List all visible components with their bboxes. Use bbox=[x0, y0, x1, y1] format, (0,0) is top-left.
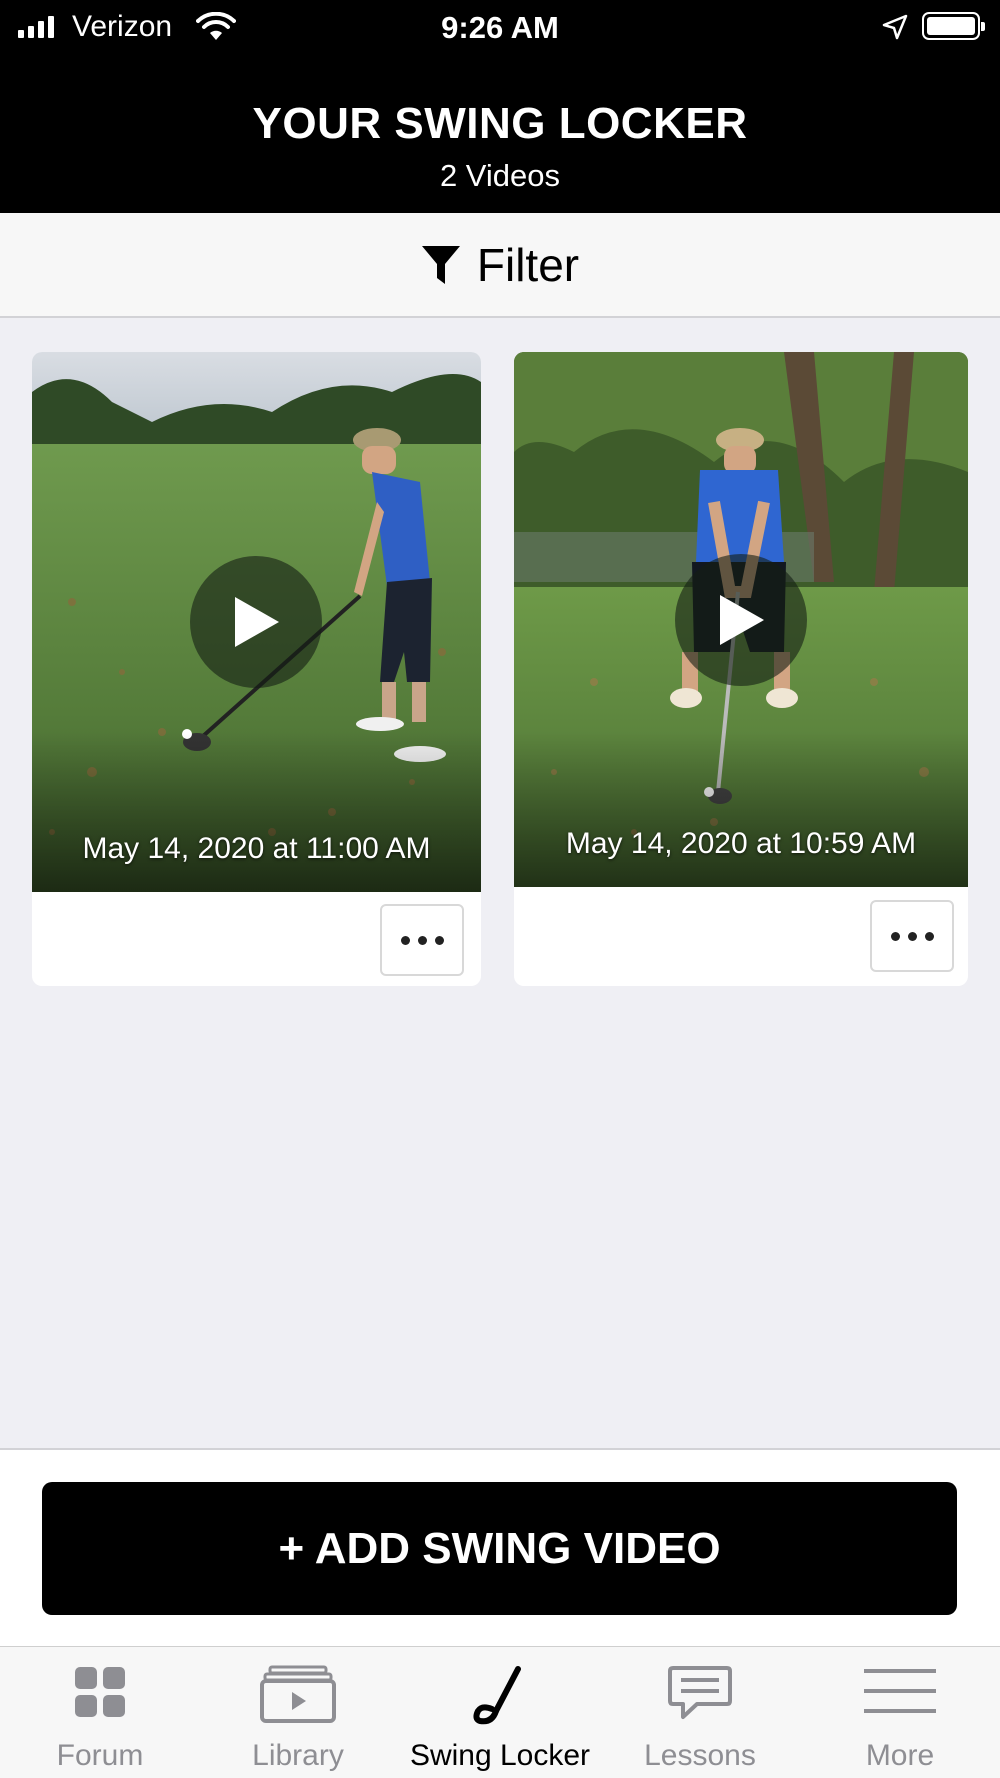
video-count: 2 Videos bbox=[439, 158, 561, 193]
play-button[interactable] bbox=[675, 554, 807, 686]
status-bar: Verizon 9:26 AM bbox=[0, 0, 1000, 55]
more-dot-icon bbox=[417, 935, 427, 945]
video-card: May 14, 2020 at 10:59 AM bbox=[514, 352, 968, 986]
video-thumbnail[interactable]: May 14, 2020 at 10:59 AM bbox=[514, 352, 968, 887]
filter-funnel-icon bbox=[421, 245, 460, 284]
video-date: May 14, 2020 at 11:00 AM bbox=[82, 832, 431, 865]
more-dot-icon bbox=[907, 931, 917, 941]
add-video-area: + ADD SWING VIDEO bbox=[0, 1448, 1000, 1646]
tab-label: More bbox=[865, 1739, 935, 1772]
tab-label: Swing Locker bbox=[409, 1739, 591, 1772]
tab-bar: Forum Library Swing Locker Lessons More bbox=[0, 1646, 1000, 1778]
more-dot-icon bbox=[924, 931, 934, 941]
tab-swing-locker[interactable]: Swing Locker bbox=[398, 1647, 602, 1778]
video-card: May 14, 2020 at 11:00 AM bbox=[32, 352, 481, 986]
tab-library[interactable]: Library bbox=[198, 1647, 398, 1778]
tab-forum[interactable]: Forum bbox=[0, 1647, 200, 1778]
video-options-button[interactable] bbox=[380, 904, 464, 976]
tab-more[interactable]: More bbox=[800, 1647, 1000, 1778]
more-dot-icon bbox=[434, 935, 444, 945]
filter-button[interactable]: Filter bbox=[0, 213, 1000, 318]
play-icon bbox=[720, 595, 764, 645]
video-thumbnail[interactable]: May 14, 2020 at 11:00 AM bbox=[32, 352, 481, 892]
location-arrow-icon bbox=[882, 14, 908, 40]
page-header: YOUR SWING LOCKER 2 Videos bbox=[0, 55, 1000, 213]
play-icon bbox=[235, 597, 279, 647]
tab-label: Library bbox=[252, 1739, 344, 1772]
tab-label: Lessons bbox=[644, 1739, 756, 1772]
grid-icon bbox=[75, 1667, 125, 1717]
video-options-button[interactable] bbox=[870, 900, 954, 972]
add-swing-video-button[interactable]: + ADD SWING VIDEO bbox=[42, 1482, 957, 1615]
chat-icon bbox=[668, 1666, 732, 1719]
video-date: May 14, 2020 at 10:59 AM bbox=[565, 827, 917, 860]
battery-icon bbox=[922, 12, 985, 40]
more-dot-icon bbox=[890, 931, 900, 941]
play-button[interactable] bbox=[190, 556, 322, 688]
tab-lessons[interactable]: Lessons bbox=[600, 1647, 800, 1778]
page-title: YOUR SWING LOCKER bbox=[252, 99, 748, 148]
filter-label: Filter bbox=[476, 238, 580, 291]
tab-label: Forum bbox=[56, 1739, 144, 1772]
golf-club-icon bbox=[473, 1666, 521, 1725]
menu-icon bbox=[864, 1669, 936, 1713]
library-icon bbox=[260, 1665, 336, 1723]
more-dot-icon bbox=[400, 935, 410, 945]
status-time: 9:26 AM bbox=[441, 10, 559, 45]
